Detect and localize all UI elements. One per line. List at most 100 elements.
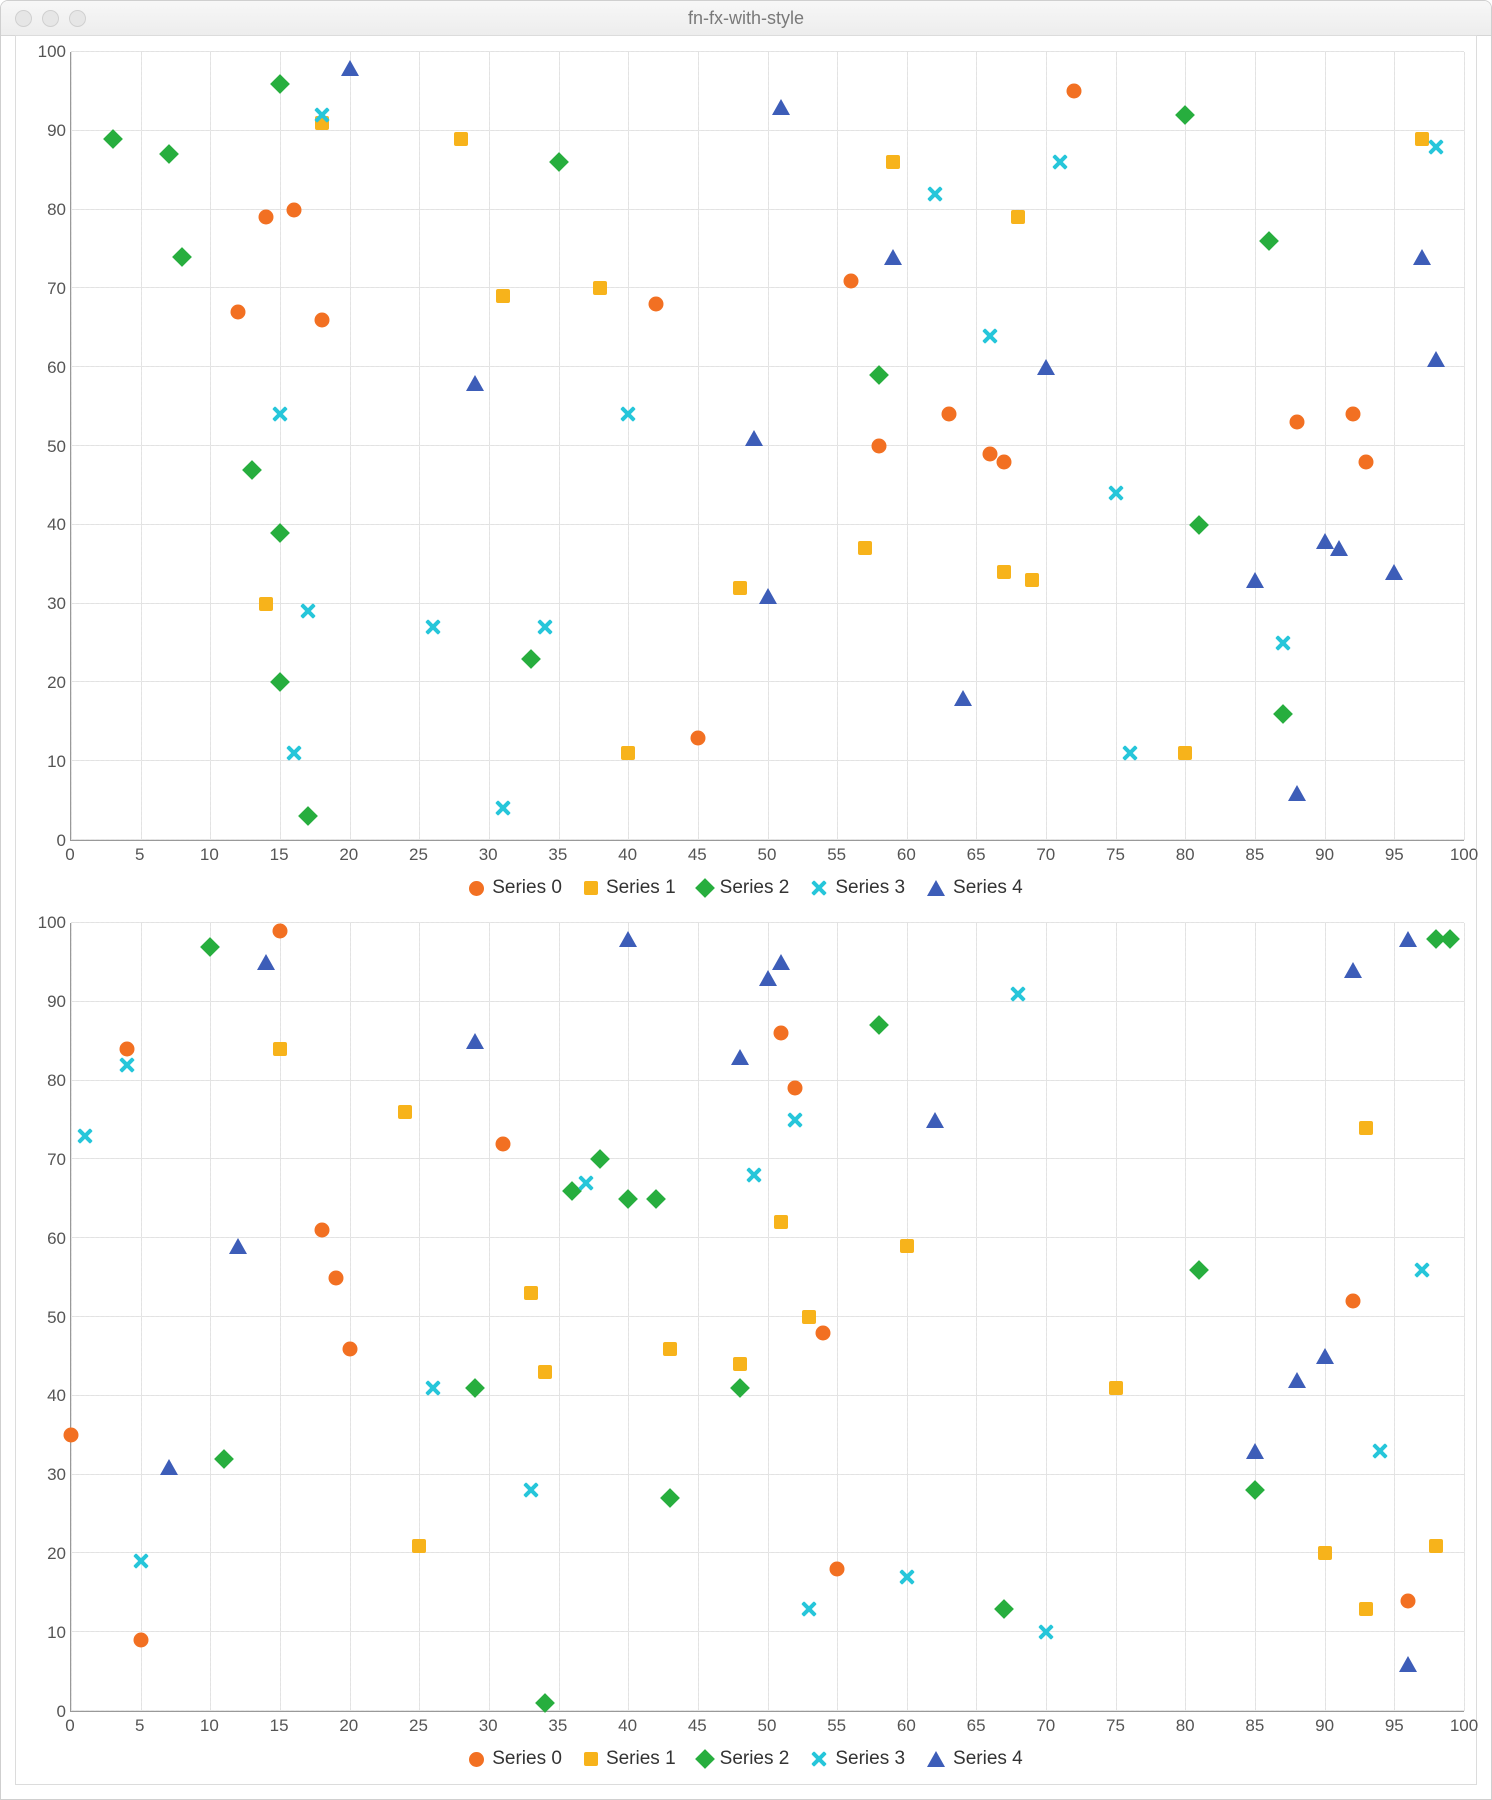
x-tick-label: 70: [1036, 1716, 1055, 1736]
data-point-series-3: [1052, 154, 1068, 170]
y-tick-label: 20: [28, 673, 66, 693]
data-point-series-3: [787, 1112, 803, 1128]
legend-marker-icon: [811, 1751, 827, 1767]
data-point-series-2: [175, 250, 189, 264]
data-point-series-0: [1289, 415, 1304, 430]
legend-marker-icon: [469, 1752, 484, 1767]
scatter-chart-1: 0102030405060708090100051015202530354045…: [28, 923, 1464, 1776]
data-point-series-3: [77, 1128, 93, 1144]
y-tick-label: 90: [28, 992, 66, 1012]
data-point-series-1: [886, 155, 900, 169]
data-point-series-0: [1401, 1593, 1416, 1608]
data-point-series-2: [245, 463, 259, 477]
y-tick-label: 80: [28, 200, 66, 220]
data-point-series-1: [733, 581, 747, 595]
data-point-series-2: [273, 526, 287, 540]
data-point-series-3: [425, 1380, 441, 1396]
legend-label: Series 1: [606, 1748, 676, 1770]
x-tick-label: 80: [1176, 845, 1195, 865]
y-tick-label: 30: [28, 1465, 66, 1485]
data-point-series-1: [774, 1215, 788, 1229]
data-point-series-3: [1372, 1443, 1388, 1459]
data-point-series-0: [1359, 454, 1374, 469]
y-tick-label: 40: [28, 515, 66, 535]
data-point-series-4: [1399, 1656, 1417, 1672]
legend-item-0: Series 0: [469, 1748, 562, 1770]
data-point-series-2: [301, 809, 315, 823]
y-axis: 0102030405060708090100: [28, 52, 70, 841]
data-point-series-1: [802, 1310, 816, 1324]
x-axis: 0510152025303540455055606570758085909510…: [70, 841, 1464, 873]
charts-container: 0102030405060708090100051015202530354045…: [28, 52, 1464, 1776]
legend-item-2: Series 2: [698, 1748, 790, 1770]
x-tick-label: 50: [758, 845, 777, 865]
data-point-series-3: [119, 1057, 135, 1073]
data-point-series-0: [690, 730, 705, 745]
data-point-series-4: [341, 60, 359, 76]
y-tick-label: 0: [28, 831, 66, 851]
legend-label: Series 2: [720, 877, 790, 899]
data-point-series-0: [997, 454, 1012, 469]
data-point-series-0: [1345, 407, 1360, 422]
legend-marker-icon: [927, 880, 945, 896]
x-tick-label: 10: [200, 1716, 219, 1736]
data-point-series-2: [162, 147, 176, 161]
data-point-series-4: [257, 954, 275, 970]
data-point-series-2: [552, 155, 566, 169]
data-point-series-2: [273, 77, 287, 91]
data-point-series-2: [621, 1192, 635, 1206]
data-point-series-0: [119, 1042, 134, 1057]
data-point-series-4: [745, 430, 763, 446]
data-point-series-3: [620, 406, 636, 422]
data-point-series-0: [314, 312, 329, 327]
data-point-series-2: [649, 1192, 663, 1206]
data-point-series-2: [733, 1381, 747, 1395]
data-point-series-0: [231, 305, 246, 320]
x-tick-label: 45: [688, 1716, 707, 1736]
data-point-series-0: [1345, 1294, 1360, 1309]
data-point-series-2: [217, 1452, 231, 1466]
data-point-series-2: [565, 1184, 579, 1198]
data-point-series-2: [1192, 1263, 1206, 1277]
data-point-series-0: [830, 1562, 845, 1577]
data-point-series-4: [772, 99, 790, 115]
legend-marker-icon: [695, 1749, 715, 1769]
data-point-series-4: [1399, 931, 1417, 947]
x-tick-label: 35: [548, 845, 567, 865]
y-tick-label: 30: [28, 594, 66, 614]
legend-label: Series 0: [492, 877, 562, 899]
data-point-series-2: [538, 1696, 552, 1710]
data-point-series-0: [816, 1325, 831, 1340]
x-tick-label: 35: [548, 1716, 567, 1736]
data-point-series-2: [663, 1491, 677, 1505]
y-tick-label: 0: [28, 1702, 66, 1722]
y-tick-label: 50: [28, 1308, 66, 1328]
data-point-series-2: [1192, 518, 1206, 532]
data-point-series-3: [927, 186, 943, 202]
legend-label: Series 1: [606, 877, 676, 899]
data-point-series-4: [759, 588, 777, 604]
data-point-series-1: [900, 1239, 914, 1253]
data-point-series-4: [1385, 564, 1403, 580]
data-point-series-3: [495, 800, 511, 816]
x-tick-label: 40: [618, 1716, 637, 1736]
x-tick-label: 65: [967, 1716, 986, 1736]
data-point-series-2: [1276, 707, 1290, 721]
data-point-series-4: [1413, 249, 1431, 265]
data-point-series-3: [746, 1167, 762, 1183]
legend-label: Series 4: [953, 877, 1023, 899]
plot-area: [70, 52, 1464, 841]
data-point-series-1: [496, 289, 510, 303]
legend-item-3: Series 3: [811, 877, 905, 899]
y-tick-label: 10: [28, 752, 66, 772]
data-point-series-3: [1010, 986, 1026, 1002]
data-point-series-2: [872, 368, 886, 382]
data-point-series-3: [982, 328, 998, 344]
legend-label: Series 3: [835, 877, 905, 899]
data-point-series-0: [774, 1026, 789, 1041]
x-tick-label: 90: [1315, 845, 1334, 865]
data-point-series-4: [160, 1459, 178, 1475]
x-tick-label: 40: [618, 845, 637, 865]
data-point-series-1: [733, 1357, 747, 1371]
data-point-series-4: [884, 249, 902, 265]
